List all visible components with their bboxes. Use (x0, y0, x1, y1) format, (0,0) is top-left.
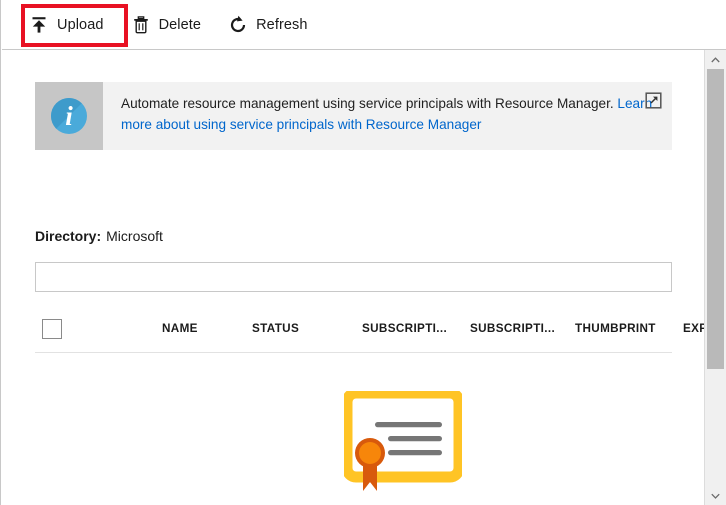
scroll-up-arrow[interactable] (705, 50, 726, 69)
column-header-expires-on[interactable]: EXPIRES ON (683, 322, 705, 335)
certificates-table-header: NAME STATUS SUBSCRIPTI... SUBSCRIPTI... … (35, 314, 672, 353)
upload-button[interactable]: Upload (28, 9, 104, 41)
scroll-thumb[interactable] (707, 69, 724, 369)
directory-value: Microsoft (106, 228, 163, 244)
filter-input[interactable] (35, 262, 672, 292)
info-banner: i Automate resource management using ser… (35, 82, 672, 150)
command-toolbar: Upload Delete Refresh (2, 0, 726, 50)
directory-label: Directory: (35, 228, 101, 244)
certificate-icon (344, 391, 462, 495)
vertical-scrollbar[interactable] (704, 50, 726, 505)
info-icon: i (51, 98, 87, 134)
refresh-icon (227, 14, 249, 36)
info-banner-icon-area: i (35, 82, 103, 150)
delete-button-label: Delete (159, 17, 202, 33)
upload-icon (28, 14, 50, 36)
external-link-icon[interactable] (645, 92, 662, 109)
info-banner-text: Automate resource management using servi… (103, 82, 672, 150)
refresh-button[interactable]: Refresh (227, 9, 307, 41)
scroll-down-arrow[interactable] (705, 486, 726, 505)
directory-row: Directory: Microsoft (35, 228, 163, 244)
info-banner-message: Automate resource management using servi… (121, 96, 617, 111)
panel-content: i Automate resource management using ser… (2, 50, 705, 505)
certificates-panel: Upload Delete Refresh (0, 0, 726, 505)
select-all-checkbox[interactable] (42, 319, 62, 339)
column-header-subscription-1[interactable]: SUBSCRIPTI... (362, 322, 447, 335)
column-header-name[interactable]: NAME (162, 322, 198, 335)
column-header-status[interactable]: STATUS (252, 322, 299, 335)
trash-icon (130, 14, 152, 36)
column-header-subscription-2[interactable]: SUBSCRIPTI... (470, 322, 555, 335)
column-header-thumbprint[interactable]: THUMBPRINT (575, 322, 656, 335)
upload-button-label: Upload (57, 17, 104, 33)
refresh-button-label: Refresh (256, 17, 307, 33)
delete-button[interactable]: Delete (130, 9, 202, 41)
